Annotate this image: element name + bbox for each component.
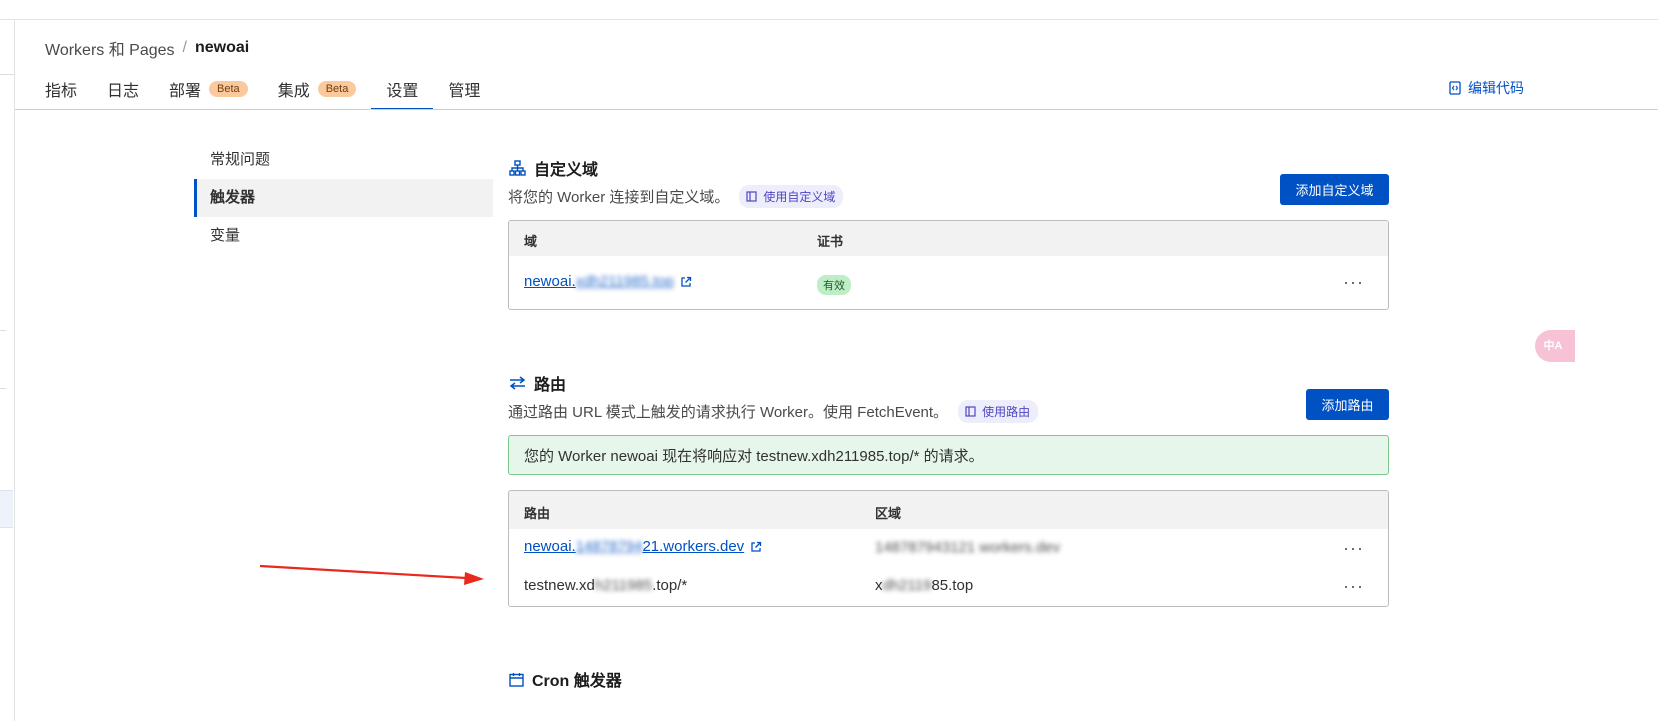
- add-custom-domain-button[interactable]: 添加自定义域: [1280, 174, 1389, 205]
- redacted-text: 14878794: [575, 538, 643, 555]
- swap-arrows-icon: [509, 376, 526, 390]
- route-text: newoai.: [524, 538, 576, 555]
- table-row: testnew.xd h211985 .top/* x dh2119 85.top ··…: [509, 568, 1388, 606]
- breadcrumb-root[interactable]: Workers 和 Pages: [45, 36, 175, 60]
- translate-floating-button[interactable]: 中A: [1535, 330, 1575, 362]
- cron-triggers-title: Cron 触发器: [509, 667, 622, 691]
- section-title-text: 自定义域: [534, 162, 599, 179]
- column-header-route: 路由: [524, 506, 551, 521]
- left-rail-mark: [0, 74, 14, 75]
- table-header: 域 证书: [509, 221, 1388, 256]
- certificate-cell: 有效: [817, 275, 851, 295]
- tab-integrations[interactable]: 集成 Beta: [263, 68, 372, 110]
- routes-doc-link[interactable]: 使用路由: [958, 400, 1039, 423]
- route-text: .top/*: [652, 577, 688, 594]
- description-text: 将您的 Worker 连接到自定义域。: [508, 189, 730, 206]
- row-actions-menu-icon[interactable]: ···: [1343, 539, 1364, 557]
- sidenav-item-triggers[interactable]: 触发器: [194, 179, 493, 217]
- left-rail-selected-item[interactable]: [0, 490, 13, 528]
- settings-sidenav: 常规问题 触发器 变量: [194, 141, 493, 255]
- redacted-text: dh2119: [882, 577, 932, 594]
- row-actions-menu-icon[interactable]: ···: [1343, 577, 1364, 595]
- table-header: 路由 区域: [509, 491, 1388, 529]
- zone-text: 85.top: [931, 577, 974, 594]
- tab-manage[interactable]: 管理: [433, 68, 495, 110]
- calendar-icon: [509, 672, 524, 687]
- sidenav-item-general[interactable]: 常规问题: [194, 141, 493, 179]
- tab-metrics[interactable]: 指标: [30, 68, 92, 110]
- routes-table: 路由 区域 newoai.1487879421.workers.dev 1487…: [508, 490, 1389, 607]
- route-text: testnew.xd: [524, 577, 595, 594]
- annotation-arrow-icon: [259, 564, 484, 585]
- external-link-icon[interactable]: [750, 541, 762, 553]
- section-title-text: 路由: [534, 377, 567, 394]
- custom-domain-table: 域 证书 newoai.xdh211985.top 有效 ···: [508, 220, 1389, 310]
- sitemap-icon: [509, 160, 526, 176]
- add-route-button[interactable]: 添加路由: [1306, 389, 1389, 420]
- external-link-icon[interactable]: [680, 276, 692, 288]
- row-actions-menu-icon[interactable]: ···: [1343, 273, 1364, 291]
- edit-code-label: 编辑代码: [1468, 80, 1524, 96]
- tab-logs[interactable]: 日志: [92, 68, 154, 110]
- routes-title: 路由: [509, 371, 566, 395]
- column-header-domain: 域: [524, 234, 538, 249]
- custom-domain-description: 将您的 Worker 连接到自定义域。 使用自定义域: [508, 185, 844, 208]
- tab-label: 集成: [277, 83, 310, 100]
- section-title-text: Cron 触发器: [532, 673, 622, 690]
- code-icon: [1449, 81, 1461, 95]
- left-rail-divider: [14, 20, 15, 721]
- doc-link-label: 使用路由: [982, 405, 1031, 419]
- domain-link[interactable]: newoai.xdh211985.top: [524, 273, 674, 290]
- tab-label: 指标: [45, 83, 78, 100]
- routes-description: 通过路由 URL 模式上触发的请求执行 Worker。使用 FetchEvent…: [508, 400, 1039, 423]
- tab-label: 设置: [386, 83, 419, 100]
- tabs-divider: [15, 109, 1658, 110]
- zone-cell: x dh2119 85.top: [875, 577, 973, 594]
- breadcrumb-separator: /: [182, 39, 187, 56]
- zone-cell: 148787943121 workers.dev: [875, 539, 1060, 556]
- column-header-certificate: 证书: [817, 234, 844, 249]
- custom-domain-title: 自定义域: [509, 156, 598, 180]
- doc-link-label: 使用自定义域: [763, 190, 836, 204]
- breadcrumb-current: newoai: [194, 39, 250, 56]
- route-cell: testnew.xd h211985 .top/*: [524, 577, 687, 594]
- tab-deployments[interactable]: 部署 Beta: [154, 68, 263, 110]
- tab-settings[interactable]: 设置: [371, 68, 434, 110]
- domain-cell: newoai.xdh211985.top: [524, 273, 692, 290]
- tab-bar: 指标 日志 部署 Beta 集成 Beta 设置 管理: [30, 68, 495, 110]
- redacted-text: xdh211985.top: [575, 273, 674, 290]
- table-row: newoai.1487879421.workers.dev 1487879431…: [509, 529, 1388, 568]
- table-row: newoai.xdh211985.top 有效 ···: [509, 256, 1388, 309]
- domain-text: newoai.: [524, 273, 576, 290]
- tab-label: 日志: [107, 83, 140, 100]
- breadcrumb: Workers 和 Pages / newoai: [45, 36, 249, 60]
- route-link[interactable]: newoai.1487879421.workers.dev: [524, 538, 744, 555]
- left-rail-mark: [0, 330, 6, 331]
- beta-badge: Beta: [317, 81, 357, 97]
- route-cell: newoai.1487879421.workers.dev: [524, 538, 762, 555]
- sidenav-item-variables[interactable]: 变量: [194, 217, 493, 255]
- redacted-text: 148787943121 workers.dev: [875, 539, 1061, 556]
- top-divider: [0, 19, 1658, 20]
- book-icon: [965, 406, 976, 417]
- zone-text: x: [875, 577, 883, 594]
- beta-badge: Beta: [209, 81, 248, 97]
- description-text: 通过路由 URL 模式上触发的请求执行 Worker。使用 FetchEvent…: [508, 404, 949, 421]
- left-rail-mark: [0, 388, 6, 389]
- book-icon: [746, 191, 758, 202]
- route-text: 21.workers.dev: [642, 538, 745, 555]
- edit-code-button[interactable]: 编辑代码: [1449, 78, 1524, 98]
- certificate-status-badge: 有效: [817, 275, 851, 295]
- column-header-zone: 区域: [875, 506, 902, 521]
- tab-label: 部署: [169, 83, 202, 100]
- translate-icon: 中A: [1543, 339, 1563, 352]
- custom-domain-doc-link[interactable]: 使用自定义域: [739, 185, 844, 208]
- tab-label: 管理: [448, 83, 481, 100]
- redacted-text: h211985: [594, 577, 653, 594]
- route-success-alert: 您的 Worker newoai 现在将响应对 testnew.xdh21198…: [508, 435, 1389, 475]
